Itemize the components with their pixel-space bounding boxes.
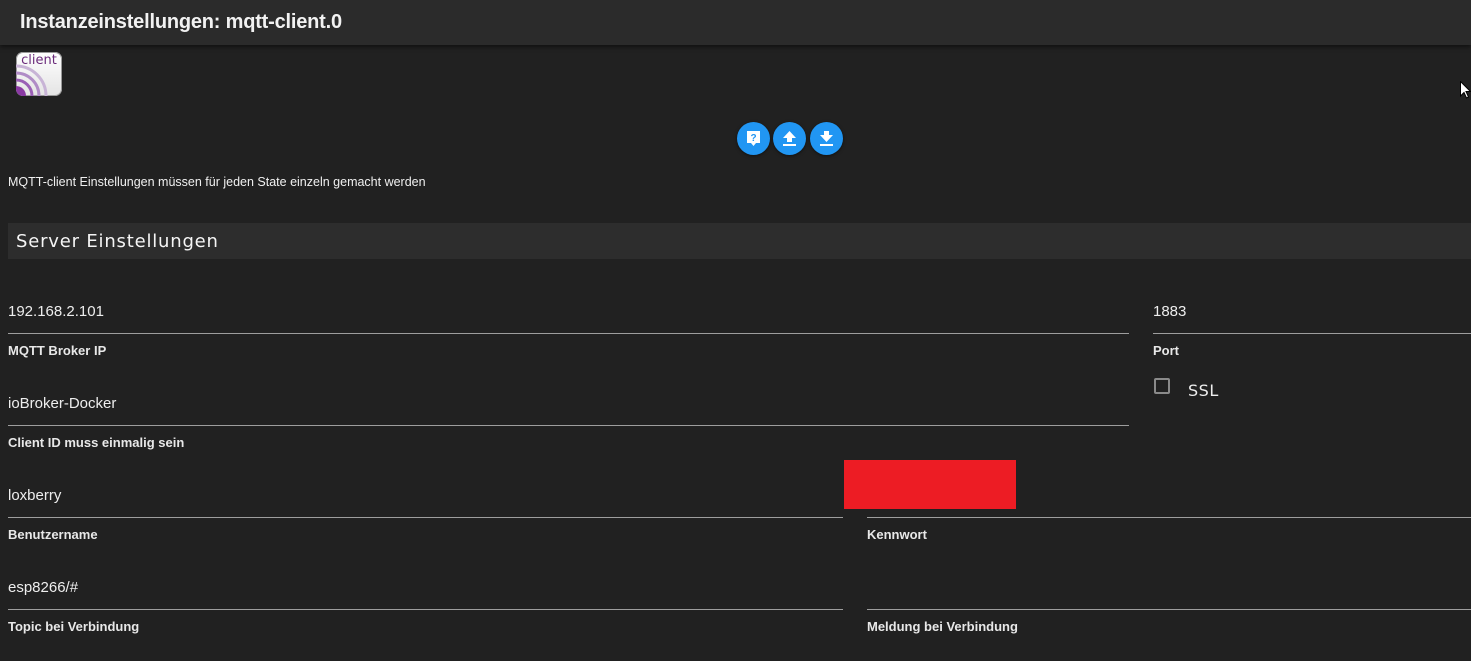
top-bar: Instanzeinstellungen: mqtt-client.0 xyxy=(0,0,1471,45)
page-title: Instanzeinstellungen: mqtt-client.0 xyxy=(20,11,342,33)
download-button[interactable] xyxy=(810,122,843,155)
adapter-logo: client xyxy=(16,52,62,96)
settings-hint: MQTT-client Einstellungen müssen für jed… xyxy=(8,175,426,189)
port-label: Port xyxy=(1153,343,1179,358)
logo-text: client xyxy=(21,53,57,68)
connect-topic-underline xyxy=(8,609,843,610)
ssl-label[interactable]: SSL xyxy=(1188,381,1219,400)
connect-topic-input[interactable]: esp8266/# xyxy=(8,579,78,596)
svg-text:?: ? xyxy=(750,133,756,144)
client-id-input[interactable]: ioBroker-Docker xyxy=(8,395,116,412)
connect-message-underline xyxy=(867,609,1471,610)
username-underline xyxy=(8,517,843,518)
username-label: Benutzername xyxy=(8,527,98,542)
upload-button[interactable] xyxy=(773,122,806,155)
password-label: Kennwort xyxy=(867,527,927,542)
upload-icon xyxy=(783,131,796,146)
help-button[interactable]: ? xyxy=(737,122,770,155)
port-input[interactable]: 1883 xyxy=(1153,303,1186,320)
broker-ip-underline xyxy=(8,333,1129,334)
username-input[interactable]: loxberry xyxy=(8,487,61,504)
broker-ip-label: MQTT Broker IP xyxy=(8,343,107,358)
password-underline xyxy=(867,517,1471,518)
client-id-underline xyxy=(8,425,1129,426)
download-icon xyxy=(820,131,833,146)
client-id-label: Client ID muss einmalig sein xyxy=(8,435,185,450)
mouse-cursor-icon xyxy=(1460,81,1471,99)
help-icon: ? xyxy=(747,131,760,146)
redaction-overlay xyxy=(844,460,1016,509)
section-title: Server Einstellungen xyxy=(16,231,219,252)
broker-ip-input[interactable]: 192.168.2.101 xyxy=(8,303,104,320)
ssl-checkbox[interactable] xyxy=(1154,378,1170,394)
port-underline xyxy=(1153,333,1471,334)
connect-topic-label: Topic bei Verbindung xyxy=(8,619,140,634)
section-header: Server Einstellungen xyxy=(8,223,1471,259)
connect-message-label: Meldung bei Verbindung xyxy=(867,619,1018,634)
